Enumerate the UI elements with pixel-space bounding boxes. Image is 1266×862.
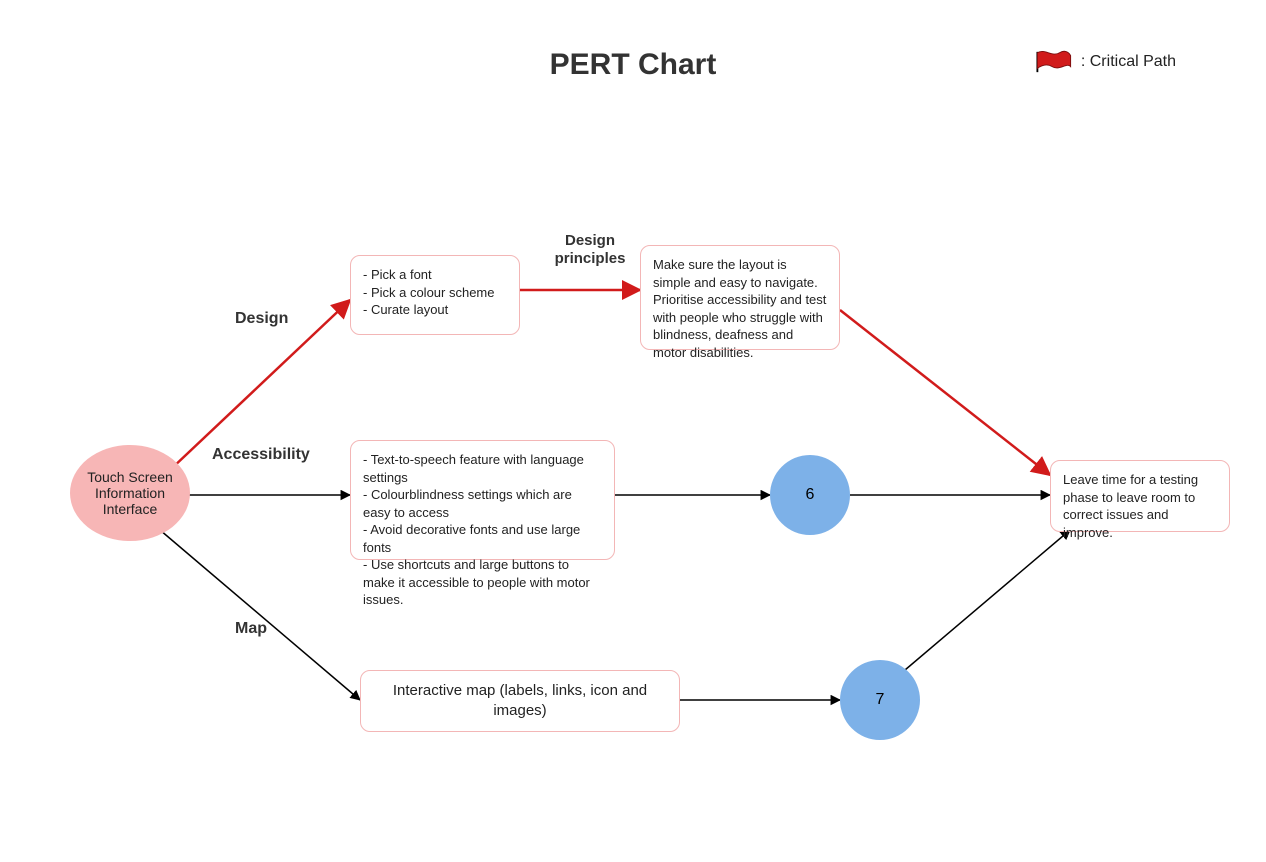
node-7: 7: [840, 660, 920, 740]
flag-icon: [1035, 50, 1073, 74]
node-design-box: - Pick a font - Pick a colour scheme - C…: [350, 255, 520, 335]
node-6: 6: [770, 455, 850, 535]
legend-label: : Critical Path: [1081, 53, 1176, 71]
node-principles-box: Make sure the layout is simple and easy …: [640, 245, 840, 350]
edges-layer: [0, 0, 1266, 862]
node-design-text: - Pick a font - Pick a colour scheme - C…: [363, 266, 507, 319]
node-accessibility-text: - Text-to-speech feature with language s…: [363, 451, 602, 609]
node-7-label: 7: [876, 691, 885, 709]
node-start-label: Touch Screen Information Interface: [76, 469, 184, 517]
node-map-text: Interactive map (labels, links, icon and…: [375, 681, 665, 722]
edge-label-accessibility: Accessibility: [212, 446, 310, 464]
node-end-box: Leave time for a testing phase to leave …: [1050, 460, 1230, 532]
legend: : Critical Path: [1035, 50, 1176, 74]
node-end-text: Leave time for a testing phase to leave …: [1063, 471, 1217, 541]
edge-label-design: Design: [235, 310, 288, 328]
edge-label-design-principles: Design principles: [545, 232, 635, 268]
edge-label-map: Map: [235, 620, 267, 638]
node-accessibility-box: - Text-to-speech feature with language s…: [350, 440, 615, 560]
node-6-label: 6: [806, 486, 815, 504]
node-map-box: Interactive map (labels, links, icon and…: [360, 670, 680, 732]
node-principles-text: Make sure the layout is simple and easy …: [653, 256, 827, 361]
node-start: Touch Screen Information Interface: [70, 445, 190, 541]
